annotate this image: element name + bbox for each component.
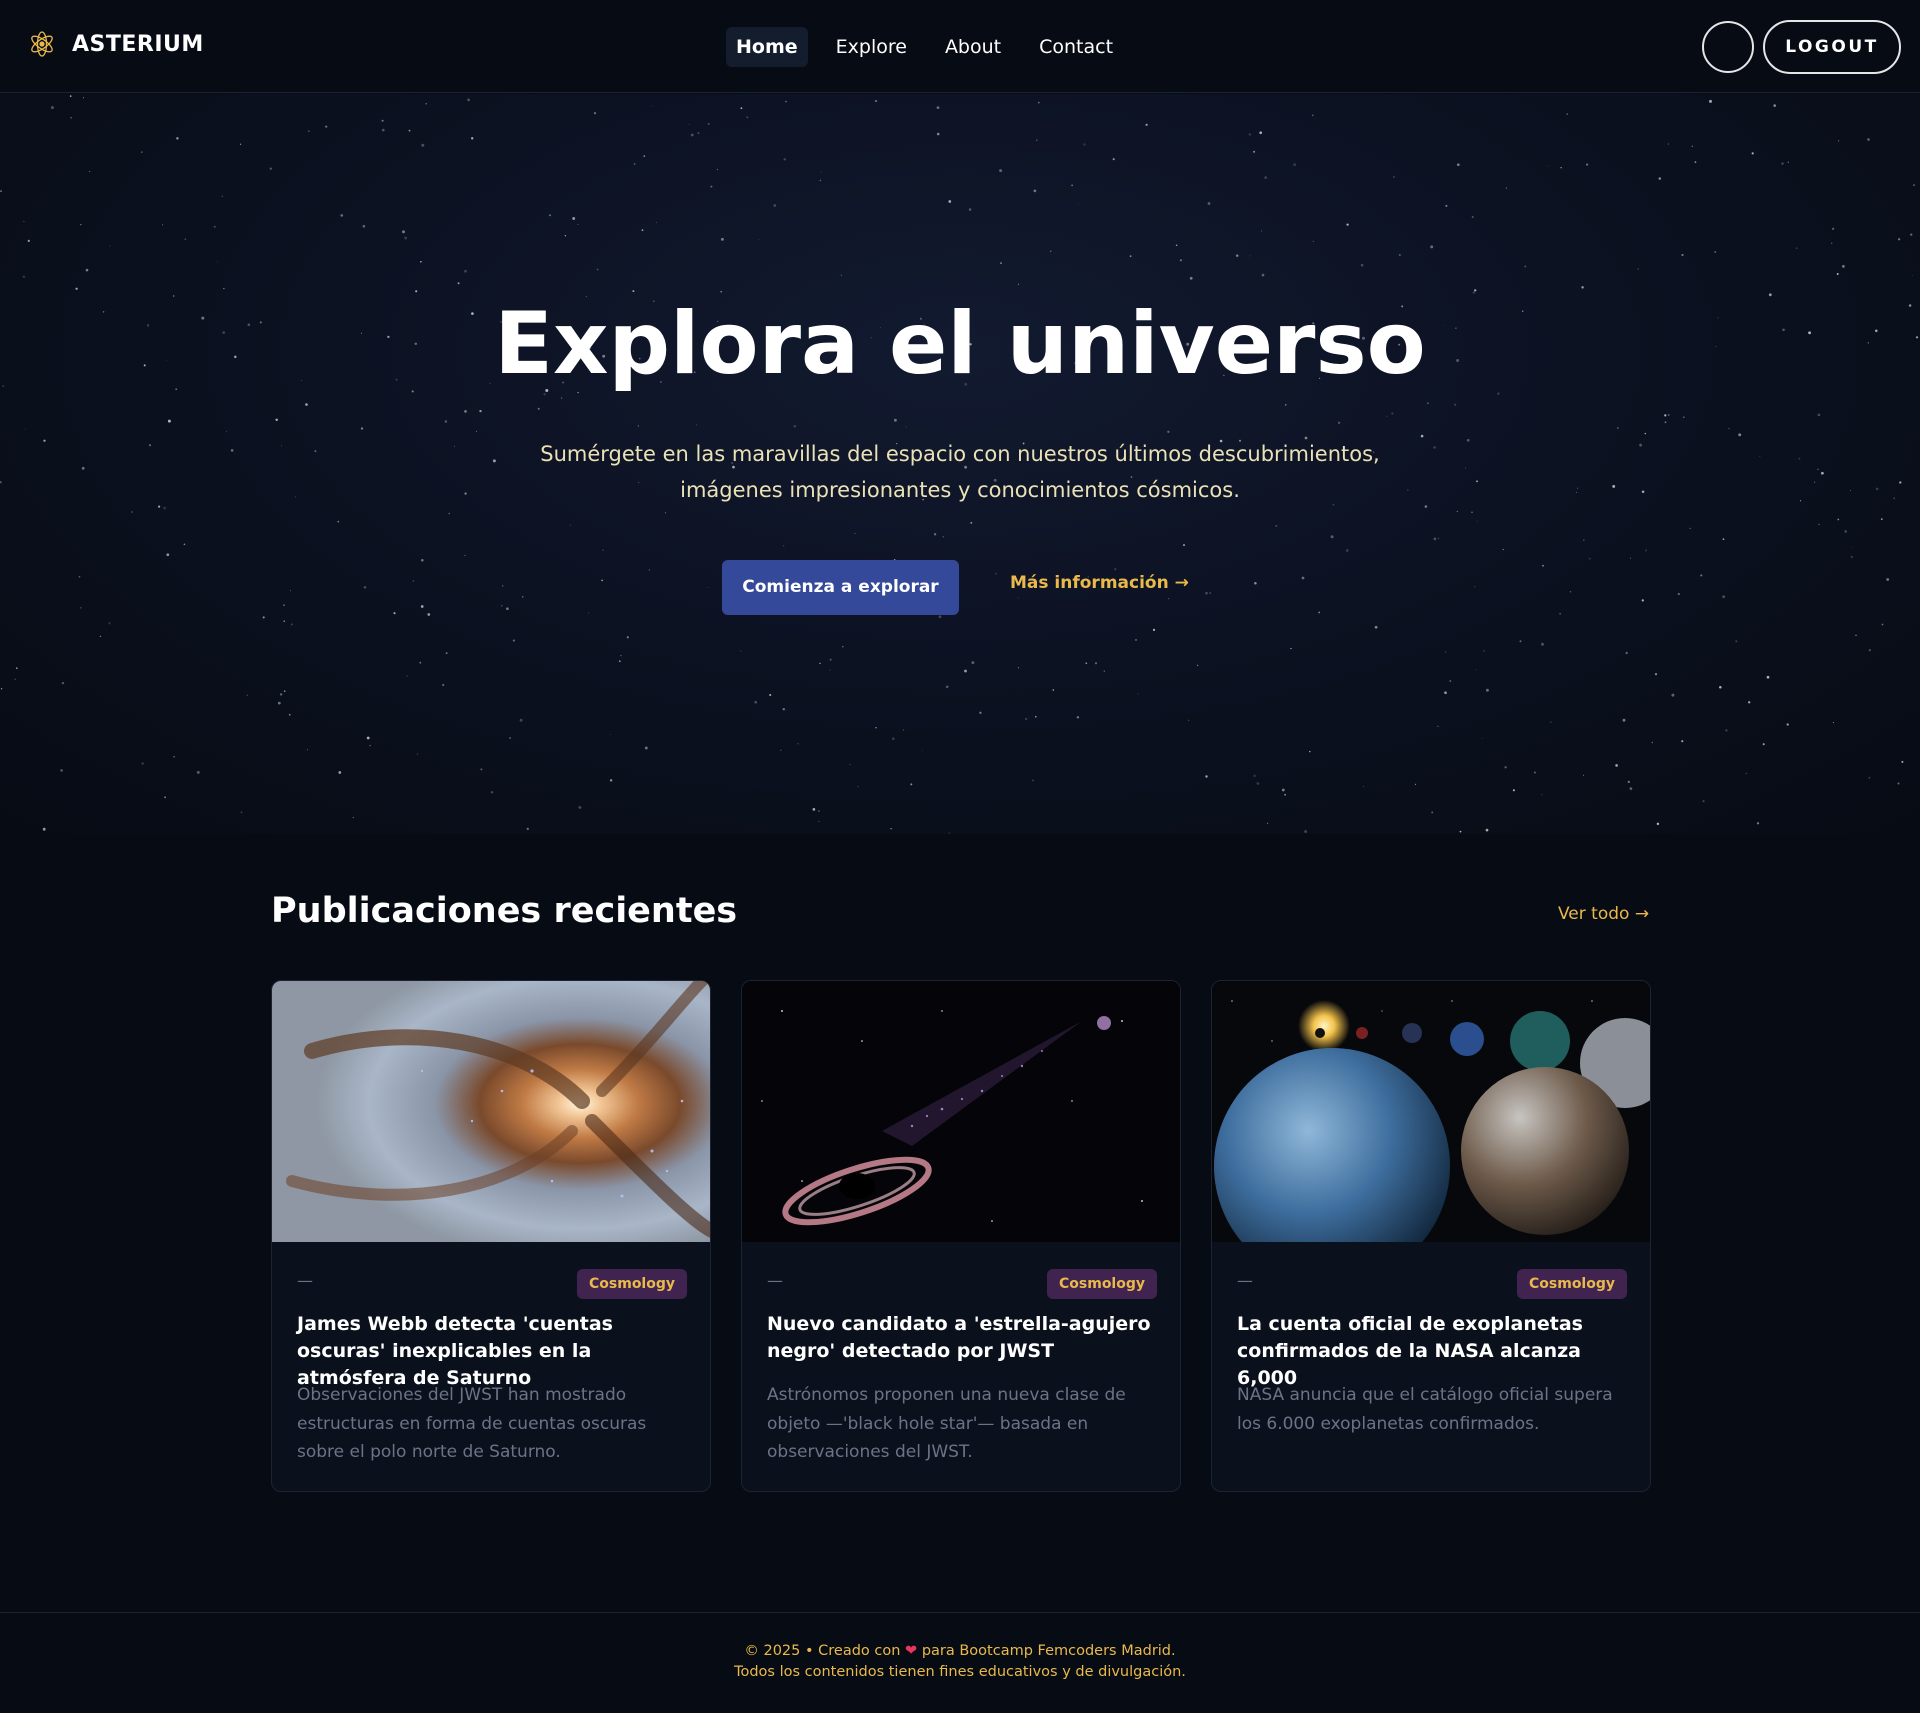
main-nav: Home Explore About Contact <box>726 27 1123 67</box>
black-hole-star-image <box>742 981 1180 1242</box>
footer-disclaimer: Todos los contenidos tienen fines educat… <box>734 1664 1186 1680</box>
brand-name: ASTERIUM <box>72 31 204 57</box>
more-info-link[interactable]: Más información → <box>1010 573 1189 593</box>
hero-subtitle: Sumérgete en las maravillas del espacio … <box>540 442 1380 502</box>
post-title[interactable]: Nuevo candidato a 'estrella-agujero negr… <box>767 1311 1162 1365</box>
post-meta: — Cosmology <box>1237 1269 1627 1299</box>
post-excerpt: Astrónomos proponen una nueva clase de o… <box>767 1385 1126 1462</box>
heart-icon: ❤ <box>905 1643 918 1659</box>
post-card[interactable]: — Cosmology James Webb detecta 'cuentas … <box>271 980 711 1492</box>
navbar: ASTERIUM Home Explore About Contact LOGO… <box>0 0 1920 93</box>
post-card[interactable]: — Cosmology La cuenta oficial de exoplan… <box>1211 980 1651 1492</box>
nav-explore[interactable]: Explore <box>826 27 917 67</box>
exoplanets-image <box>1212 981 1650 1242</box>
hero-section: Explora el universo Sumérgete en las mar… <box>0 94 1920 834</box>
footer-credits: © 2025 • Creado con ❤ para Bootcamp Femc… <box>0 1643 1920 1659</box>
post-excerpt: Observaciones del JWST han mostrado estr… <box>297 1385 647 1462</box>
post-card[interactable]: — Cosmology Nuevo candidato a 'estrella-… <box>741 980 1181 1492</box>
post-meta: — Cosmology <box>297 1269 687 1299</box>
see-all-link[interactable]: Ver todo → <box>1558 904 1649 924</box>
category-badge[interactable]: Cosmology <box>1517 1269 1627 1299</box>
start-exploring-button[interactable]: Comienza a explorar <box>722 560 959 615</box>
hero-title: Explora el universo <box>494 294 1426 394</box>
post-meta: — Cosmology <box>767 1269 1157 1299</box>
spiral-galaxy-image <box>272 981 710 1242</box>
atom-star-icon <box>31 31 53 57</box>
nav-about[interactable]: About <box>935 27 1011 67</box>
category-badge[interactable]: Cosmology <box>577 1269 687 1299</box>
post-title[interactable]: James Webb detecta 'cuentas oscuras' ine… <box>297 1311 692 1392</box>
post-date: — <box>1237 1271 1253 1290</box>
recent-posts-title: Publicaciones recientes <box>271 891 738 931</box>
post-date: — <box>767 1271 783 1290</box>
footer-credits-suffix: para Bootcamp Femcoders Madrid. <box>921 1643 1176 1659</box>
post-date: — <box>297 1271 313 1290</box>
footer-credits-prefix: © 2025 • Creado con <box>744 1643 901 1659</box>
footer: © 2025 • Creado con ❤ para Bootcamp Femc… <box>0 1612 1920 1713</box>
brand[interactable]: ASTERIUM <box>28 30 204 58</box>
avatar-button[interactable] <box>1702 21 1754 73</box>
nav-home[interactable]: Home <box>726 27 808 67</box>
logout-button[interactable]: LOGOUT <box>1763 20 1901 74</box>
post-title[interactable]: La cuenta oficial de exoplanetas confirm… <box>1237 1311 1632 1392</box>
category-badge[interactable]: Cosmology <box>1047 1269 1157 1299</box>
nav-contact[interactable]: Contact <box>1029 27 1123 67</box>
post-excerpt: NASA anuncia que el catálogo oficial sup… <box>1237 1385 1613 1434</box>
